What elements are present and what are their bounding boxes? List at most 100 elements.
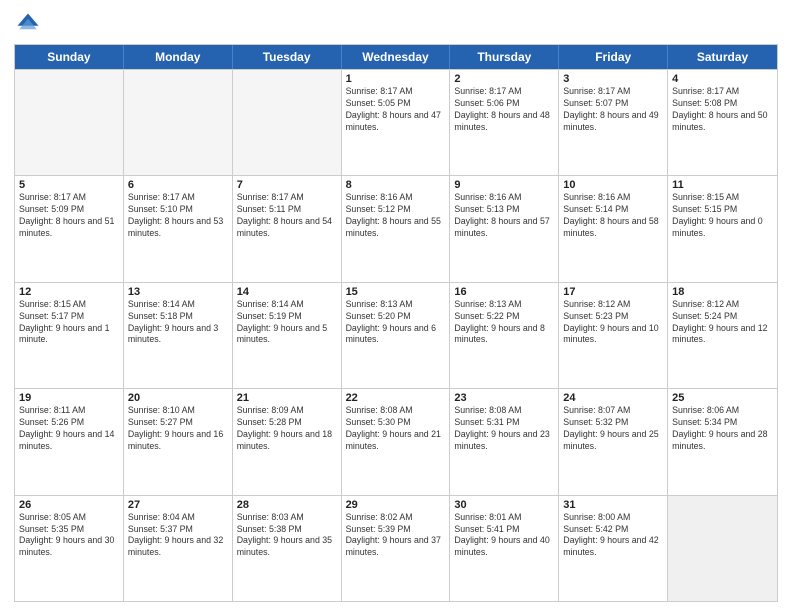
day-info: Sunrise: 8:14 AM Sunset: 5:18 PM Dayligh… — [128, 299, 228, 347]
day-cell-5: 5Sunrise: 8:17 AM Sunset: 5:09 PM Daylig… — [15, 176, 124, 281]
day-number: 3 — [563, 73, 663, 85]
day-info: Sunrise: 8:10 AM Sunset: 5:27 PM Dayligh… — [128, 405, 228, 453]
calendar: SundayMondayTuesdayWednesdayThursdayFrid… — [14, 44, 778, 602]
day-info: Sunrise: 8:16 AM Sunset: 5:12 PM Dayligh… — [346, 192, 446, 240]
day-number: 30 — [454, 499, 554, 511]
day-info: Sunrise: 8:15 AM Sunset: 5:15 PM Dayligh… — [672, 192, 773, 240]
day-number: 31 — [563, 499, 663, 511]
day-cell-3: 3Sunrise: 8:17 AM Sunset: 5:07 PM Daylig… — [559, 70, 668, 175]
header — [14, 10, 778, 38]
logo-icon — [14, 10, 42, 38]
day-info: Sunrise: 8:12 AM Sunset: 5:24 PM Dayligh… — [672, 299, 773, 347]
day-number: 25 — [672, 392, 773, 404]
day-cell-20: 20Sunrise: 8:10 AM Sunset: 5:27 PM Dayli… — [124, 389, 233, 494]
logo — [14, 10, 46, 38]
day-info: Sunrise: 8:06 AM Sunset: 5:34 PM Dayligh… — [672, 405, 773, 453]
day-cell-25: 25Sunrise: 8:06 AM Sunset: 5:34 PM Dayli… — [668, 389, 777, 494]
day-info: Sunrise: 8:03 AM Sunset: 5:38 PM Dayligh… — [237, 512, 337, 560]
day-number: 11 — [672, 179, 773, 191]
day-cell-18: 18Sunrise: 8:12 AM Sunset: 5:24 PM Dayli… — [668, 283, 777, 388]
day-info: Sunrise: 8:02 AM Sunset: 5:39 PM Dayligh… — [346, 512, 446, 560]
header-day-friday: Friday — [559, 45, 668, 69]
day-number: 10 — [563, 179, 663, 191]
day-number: 26 — [19, 499, 119, 511]
day-info: Sunrise: 8:00 AM Sunset: 5:42 PM Dayligh… — [563, 512, 663, 560]
day-number: 2 — [454, 73, 554, 85]
day-cell-24: 24Sunrise: 8:07 AM Sunset: 5:32 PM Dayli… — [559, 389, 668, 494]
day-info: Sunrise: 8:09 AM Sunset: 5:28 PM Dayligh… — [237, 405, 337, 453]
day-info: Sunrise: 8:16 AM Sunset: 5:14 PM Dayligh… — [563, 192, 663, 240]
day-info: Sunrise: 8:17 AM Sunset: 5:06 PM Dayligh… — [454, 86, 554, 134]
day-cell-27: 27Sunrise: 8:04 AM Sunset: 5:37 PM Dayli… — [124, 496, 233, 601]
day-number: 27 — [128, 499, 228, 511]
day-info: Sunrise: 8:08 AM Sunset: 5:30 PM Dayligh… — [346, 405, 446, 453]
day-cell-28: 28Sunrise: 8:03 AM Sunset: 5:38 PM Dayli… — [233, 496, 342, 601]
day-number: 28 — [237, 499, 337, 511]
day-cell-11: 11Sunrise: 8:15 AM Sunset: 5:15 PM Dayli… — [668, 176, 777, 281]
header-day-tuesday: Tuesday — [233, 45, 342, 69]
day-info: Sunrise: 8:12 AM Sunset: 5:23 PM Dayligh… — [563, 299, 663, 347]
day-number: 22 — [346, 392, 446, 404]
day-number: 5 — [19, 179, 119, 191]
day-number: 23 — [454, 392, 554, 404]
day-cell-23: 23Sunrise: 8:08 AM Sunset: 5:31 PM Dayli… — [450, 389, 559, 494]
day-info: Sunrise: 8:17 AM Sunset: 5:05 PM Dayligh… — [346, 86, 446, 134]
header-day-saturday: Saturday — [668, 45, 777, 69]
day-number: 12 — [19, 286, 119, 298]
day-info: Sunrise: 8:01 AM Sunset: 5:41 PM Dayligh… — [454, 512, 554, 560]
day-cell-2: 2Sunrise: 8:17 AM Sunset: 5:06 PM Daylig… — [450, 70, 559, 175]
day-cell-1: 1Sunrise: 8:17 AM Sunset: 5:05 PM Daylig… — [342, 70, 451, 175]
day-cell-29: 29Sunrise: 8:02 AM Sunset: 5:39 PM Dayli… — [342, 496, 451, 601]
empty-cell-0-2 — [233, 70, 342, 175]
header-day-sunday: Sunday — [15, 45, 124, 69]
day-number: 24 — [563, 392, 663, 404]
day-info: Sunrise: 8:15 AM Sunset: 5:17 PM Dayligh… — [19, 299, 119, 347]
day-info: Sunrise: 8:07 AM Sunset: 5:32 PM Dayligh… — [563, 405, 663, 453]
day-cell-16: 16Sunrise: 8:13 AM Sunset: 5:22 PM Dayli… — [450, 283, 559, 388]
day-number: 1 — [346, 73, 446, 85]
day-number: 17 — [563, 286, 663, 298]
day-number: 14 — [237, 286, 337, 298]
calendar-row-0: 1Sunrise: 8:17 AM Sunset: 5:05 PM Daylig… — [15, 69, 777, 175]
day-cell-19: 19Sunrise: 8:11 AM Sunset: 5:26 PM Dayli… — [15, 389, 124, 494]
day-cell-31: 31Sunrise: 8:00 AM Sunset: 5:42 PM Dayli… — [559, 496, 668, 601]
day-info: Sunrise: 8:17 AM Sunset: 5:11 PM Dayligh… — [237, 192, 337, 240]
day-number: 8 — [346, 179, 446, 191]
day-number: 21 — [237, 392, 337, 404]
day-cell-13: 13Sunrise: 8:14 AM Sunset: 5:18 PM Dayli… — [124, 283, 233, 388]
day-number: 6 — [128, 179, 228, 191]
calendar-row-3: 19Sunrise: 8:11 AM Sunset: 5:26 PM Dayli… — [15, 388, 777, 494]
day-cell-9: 9Sunrise: 8:16 AM Sunset: 5:13 PM Daylig… — [450, 176, 559, 281]
day-cell-30: 30Sunrise: 8:01 AM Sunset: 5:41 PM Dayli… — [450, 496, 559, 601]
day-number: 7 — [237, 179, 337, 191]
day-cell-12: 12Sunrise: 8:15 AM Sunset: 5:17 PM Dayli… — [15, 283, 124, 388]
calendar-row-4: 26Sunrise: 8:05 AM Sunset: 5:35 PM Dayli… — [15, 495, 777, 601]
header-day-thursday: Thursday — [450, 45, 559, 69]
day-cell-10: 10Sunrise: 8:16 AM Sunset: 5:14 PM Dayli… — [559, 176, 668, 281]
day-number: 16 — [454, 286, 554, 298]
day-info: Sunrise: 8:08 AM Sunset: 5:31 PM Dayligh… — [454, 405, 554, 453]
day-cell-14: 14Sunrise: 8:14 AM Sunset: 5:19 PM Dayli… — [233, 283, 342, 388]
calendar-row-1: 5Sunrise: 8:17 AM Sunset: 5:09 PM Daylig… — [15, 175, 777, 281]
day-info: Sunrise: 8:04 AM Sunset: 5:37 PM Dayligh… — [128, 512, 228, 560]
day-number: 18 — [672, 286, 773, 298]
day-number: 9 — [454, 179, 554, 191]
day-info: Sunrise: 8:17 AM Sunset: 5:08 PM Dayligh… — [672, 86, 773, 134]
header-day-monday: Monday — [124, 45, 233, 69]
day-cell-17: 17Sunrise: 8:12 AM Sunset: 5:23 PM Dayli… — [559, 283, 668, 388]
calendar-header: SundayMondayTuesdayWednesdayThursdayFrid… — [15, 45, 777, 69]
day-cell-21: 21Sunrise: 8:09 AM Sunset: 5:28 PM Dayli… — [233, 389, 342, 494]
day-cell-8: 8Sunrise: 8:16 AM Sunset: 5:12 PM Daylig… — [342, 176, 451, 281]
day-cell-7: 7Sunrise: 8:17 AM Sunset: 5:11 PM Daylig… — [233, 176, 342, 281]
day-info: Sunrise: 8:11 AM Sunset: 5:26 PM Dayligh… — [19, 405, 119, 453]
day-info: Sunrise: 8:13 AM Sunset: 5:20 PM Dayligh… — [346, 299, 446, 347]
day-number: 4 — [672, 73, 773, 85]
day-cell-4: 4Sunrise: 8:17 AM Sunset: 5:08 PM Daylig… — [668, 70, 777, 175]
day-info: Sunrise: 8:16 AM Sunset: 5:13 PM Dayligh… — [454, 192, 554, 240]
day-info: Sunrise: 8:17 AM Sunset: 5:09 PM Dayligh… — [19, 192, 119, 240]
calendar-row-2: 12Sunrise: 8:15 AM Sunset: 5:17 PM Dayli… — [15, 282, 777, 388]
day-number: 20 — [128, 392, 228, 404]
day-number: 19 — [19, 392, 119, 404]
day-info: Sunrise: 8:05 AM Sunset: 5:35 PM Dayligh… — [19, 512, 119, 560]
day-number: 29 — [346, 499, 446, 511]
